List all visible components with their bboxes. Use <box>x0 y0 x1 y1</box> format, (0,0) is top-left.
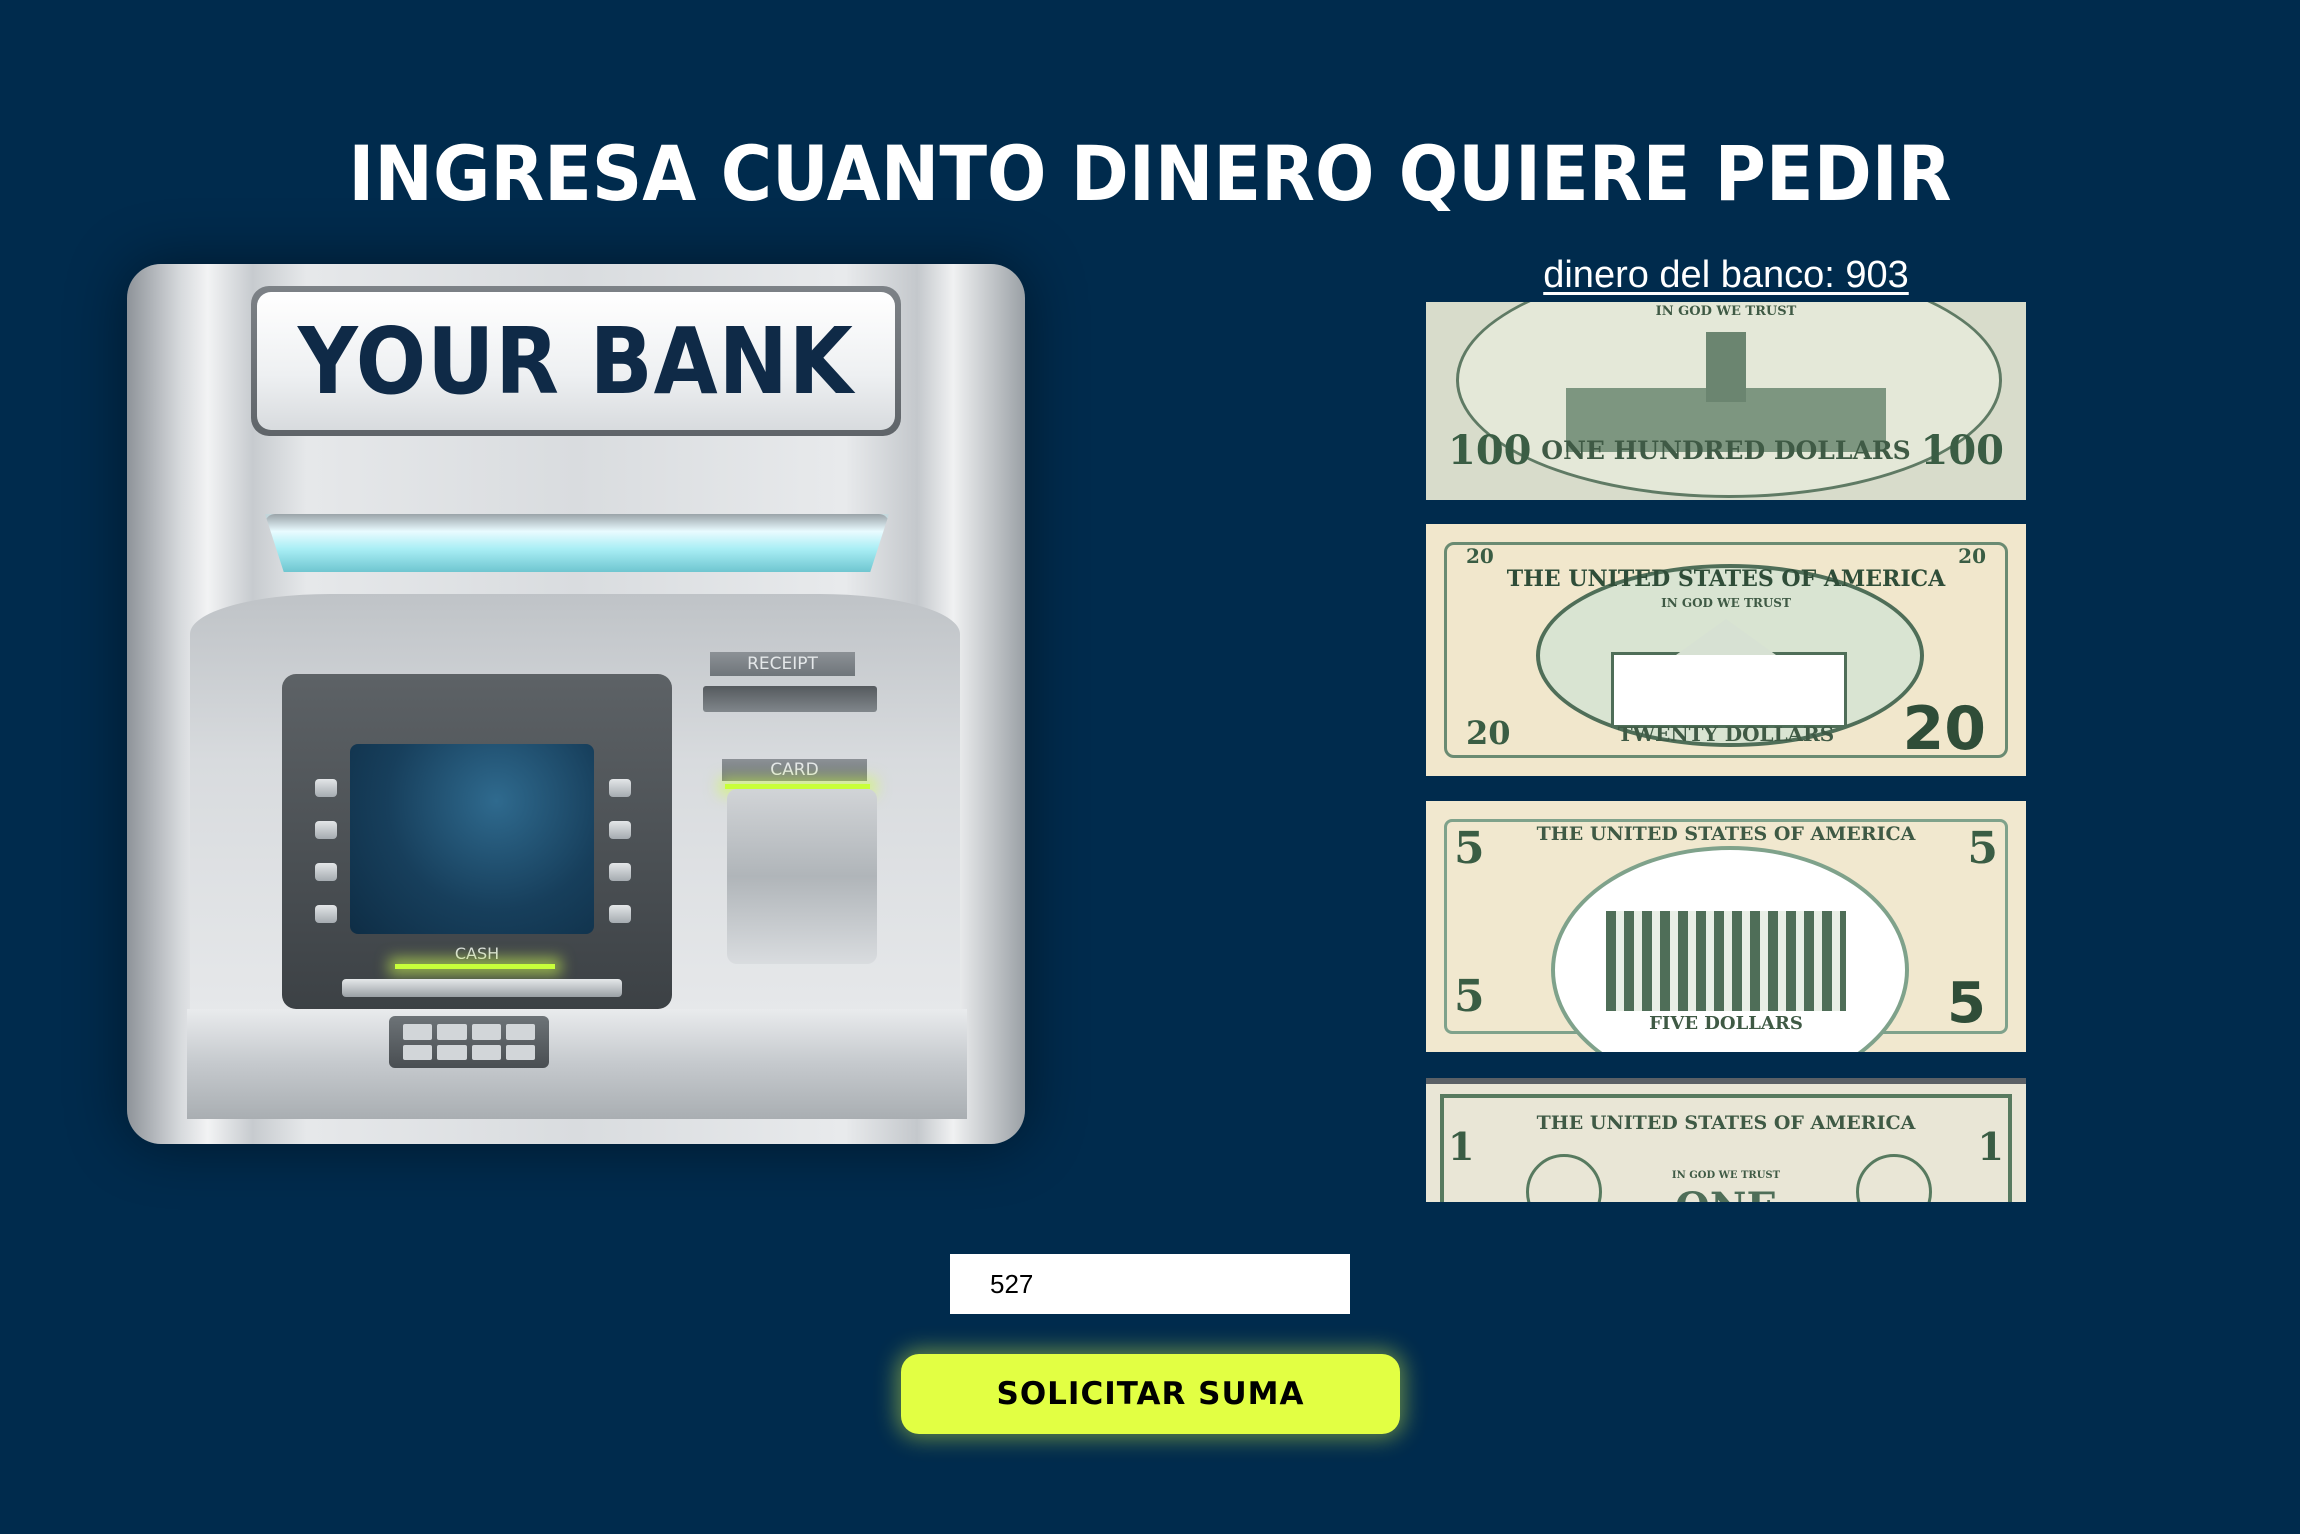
bill-20: THE UNITED STATES OF AMERICA IN GOD WE T… <box>1426 524 2026 776</box>
bill-denomination: 20 <box>1902 694 1987 764</box>
atm-side-key <box>315 863 337 881</box>
bills-list: IN GOD WE TRUST ONE HUNDRED DOLLARS 100 … <box>1426 302 2026 1202</box>
request-amount-button[interactable]: SOLICITAR SUMA <box>901 1354 1400 1434</box>
bill-title: THE UNITED STATES OF AMERICA <box>1536 823 1916 845</box>
amount-input[interactable] <box>950 1254 1350 1314</box>
atm-screen <box>350 744 594 934</box>
bill-denomination: 5 <box>1454 823 1485 874</box>
atm-card-slot <box>727 789 877 964</box>
atm-side-key <box>315 905 337 923</box>
atm-receipt-label: RECEIPT <box>710 652 855 676</box>
bill-title: THE UNITED STATES OF AMERICA <box>1536 1112 1916 1134</box>
atm-side-key <box>609 905 631 923</box>
bill-motto: IN GOD WE TRUST <box>1655 304 1797 319</box>
bill-denomination: 20 <box>1958 544 1986 568</box>
bill-1: THE UNITED STATES OF AMERICA IN GOD WE T… <box>1426 1078 2026 1202</box>
bill-building <box>1611 652 1847 728</box>
atm-side-key <box>609 821 631 839</box>
bill-denomination: 5 <box>1967 823 1998 874</box>
bill-tower <box>1706 332 1746 402</box>
atm-keypad <box>389 1016 549 1068</box>
bill-5: THE UNITED STATES OF AMERICA FIVE DOLLAR… <box>1426 801 2026 1052</box>
bill-100: IN GOD WE TRUST ONE HUNDRED DOLLARS 100 … <box>1426 302 2026 500</box>
bill-caption: FIVE DOLLARS <box>1649 1013 1803 1034</box>
bill-denomination: 20 <box>1466 714 1511 752</box>
atm-cash-light <box>395 964 555 969</box>
bill-denomination: 100 <box>1920 427 2005 474</box>
atm-side-key <box>609 863 631 881</box>
atm-bank-name: YOUR BANK <box>298 307 854 415</box>
bill-denomination: 5 <box>1454 971 1485 1022</box>
atm-light-bar <box>265 514 889 572</box>
bill-denomination: 1 <box>1977 1124 2004 1169</box>
atm-side-key <box>315 779 337 797</box>
atm-shelf <box>187 1009 967 1119</box>
atm-card-label: CARD <box>722 759 867 781</box>
atm-side-key <box>609 779 631 797</box>
bill-denomination: 100 <box>1448 427 1532 474</box>
bill-denomination: 1 <box>1448 1124 1475 1169</box>
bank-balance: dinero del banco: 903 <box>1543 254 1909 296</box>
bill-title: THE UNITED STATES OF AMERICA <box>1506 566 1946 592</box>
atm-header: YOUR BANK <box>251 286 901 436</box>
atm-side-key <box>315 821 337 839</box>
atm-receipt-slot <box>703 686 877 712</box>
atm-image: YOUR BANK CASH RECEIPT CARD <box>127 264 1025 1144</box>
bill-denomination: 20 <box>1466 544 1494 568</box>
atm-cash-label: CASH <box>454 944 500 963</box>
atm-cash-slot <box>342 979 622 997</box>
bill-building <box>1606 911 1846 1011</box>
bill-word: ONE <box>1426 1184 2026 1202</box>
bill-motto: IN GOD WE TRUST <box>1671 1170 1781 1181</box>
page-title: INGRESA CUANTO DINERO QUIERE PEDIR <box>348 128 1952 218</box>
bill-denomination: 5 <box>1947 971 1986 1036</box>
bill-motto: IN GOD WE TRUST <box>1661 596 1791 610</box>
